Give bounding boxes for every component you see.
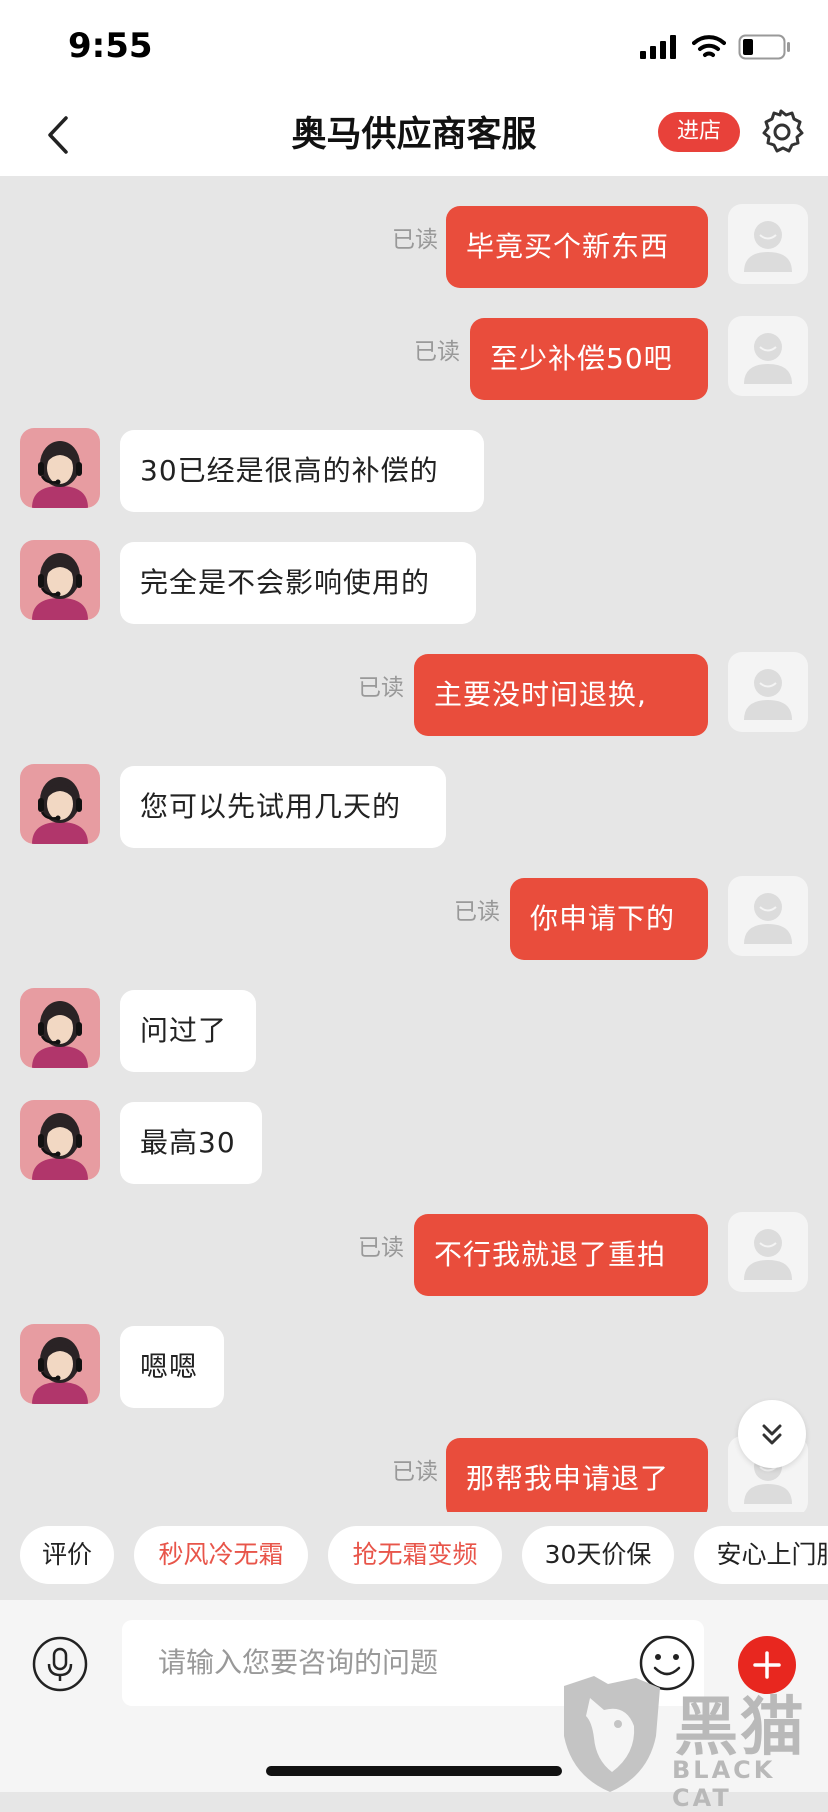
agent-avatar: [20, 1324, 100, 1404]
user-avatar-icon: [744, 669, 792, 720]
user-avatar: [728, 1212, 808, 1292]
message-bubble-incoming[interactable]: 嗯嗯: [120, 1326, 224, 1408]
user-avatar: [728, 204, 808, 284]
support-agent-icon: [32, 777, 88, 844]
microphone-icon[interactable]: [32, 1636, 88, 1692]
status-bar: 9:55: [0, 0, 828, 96]
message-bubble-incoming[interactable]: 完全是不会影响使用的: [120, 542, 476, 624]
double-chevron-down-icon: [762, 1424, 782, 1445]
quick-reply-chip[interactable]: 评价: [20, 1526, 114, 1584]
quick-reply-chip[interactable]: 抢无霜变频: [328, 1526, 502, 1584]
scroll-to-bottom-button[interactable]: [738, 1400, 806, 1468]
message-bubble-outgoing[interactable]: 不行我就退了重拍: [414, 1214, 708, 1296]
user-avatar-icon: [744, 333, 792, 384]
battery-icon: [738, 34, 790, 60]
read-receipt: 已读: [392, 227, 438, 253]
message-bubble-outgoing[interactable]: 至少补偿50吧: [470, 318, 708, 400]
message-bubble-outgoing[interactable]: 主要没时间退换,: [414, 654, 708, 736]
read-receipt: 已读: [358, 675, 404, 701]
user-avatar: [728, 876, 808, 956]
enter-store-button[interactable]: 进店: [658, 112, 740, 152]
message-bubble-outgoing[interactable]: 那帮我申请退了: [446, 1438, 708, 1512]
support-agent-icon: [32, 553, 88, 620]
watermark-cn: 黑猫: [674, 1691, 806, 1765]
message-bubble-incoming[interactable]: 问过了: [120, 990, 256, 1072]
black-cat-logo-icon: [564, 1676, 660, 1792]
user-avatar: [728, 316, 808, 396]
message-bubble-incoming[interactable]: 您可以先试用几天的: [120, 766, 446, 848]
read-receipt: 已读: [414, 339, 460, 365]
message-bubble-outgoing[interactable]: 你申请下的: [510, 878, 708, 960]
chat-header: 奥马供应商客服 进店: [0, 96, 828, 176]
support-agent-icon: [32, 1113, 88, 1180]
watermark-en: BLACK CAT: [672, 1756, 776, 1812]
message-bubble-incoming[interactable]: 最高30: [120, 1102, 262, 1184]
agent-avatar: [20, 988, 100, 1068]
watermark: 黑猫 BLACK CAT: [556, 1676, 828, 1812]
user-avatar-icon: [744, 1229, 792, 1280]
message-bubble-outgoing[interactable]: 毕竟买个新东西: [446, 206, 708, 288]
support-agent-icon: [32, 441, 88, 508]
message-input-placeholder: 请输入您要咨询的问题: [158, 1646, 439, 1679]
agent-avatar: [20, 540, 100, 620]
agent-avatar: [20, 1100, 100, 1180]
message-bubble-incoming[interactable]: 30已经是很高的补偿的: [120, 430, 484, 512]
quick-reply-chip[interactable]: 安心上门服: [694, 1526, 828, 1584]
home-indicator: [266, 1766, 562, 1776]
user-avatar-icon: [744, 221, 792, 272]
agent-avatar: [20, 764, 100, 844]
chat-list[interactable]: 已读 毕竟买个新东西 已读 至少补偿50吧 30已经是很高的补偿的 完全是不会影…: [0, 176, 828, 1512]
user-avatar-icon: [744, 893, 792, 944]
support-agent-icon: [32, 1337, 88, 1404]
read-receipt: 已读: [392, 1459, 438, 1485]
support-agent-icon: [32, 1001, 88, 1068]
quick-reply-bar[interactable]: 评价 秒风冷无霜 抢无霜变频 30天价保 安心上门服: [0, 1512, 828, 1600]
user-avatar: [728, 652, 808, 732]
status-time: 9:55: [68, 26, 153, 66]
read-receipt: 已读: [358, 1235, 404, 1261]
status-icons: [640, 34, 792, 60]
wifi-icon: [692, 35, 726, 57]
quick-reply-chip[interactable]: 秒风冷无霜: [134, 1526, 308, 1584]
read-receipt: 已读: [454, 899, 500, 925]
signal-icon: [640, 35, 676, 59]
agent-avatar: [20, 428, 100, 508]
quick-reply-chip[interactable]: 30天价保: [522, 1526, 674, 1584]
gear-icon[interactable]: [758, 108, 804, 154]
